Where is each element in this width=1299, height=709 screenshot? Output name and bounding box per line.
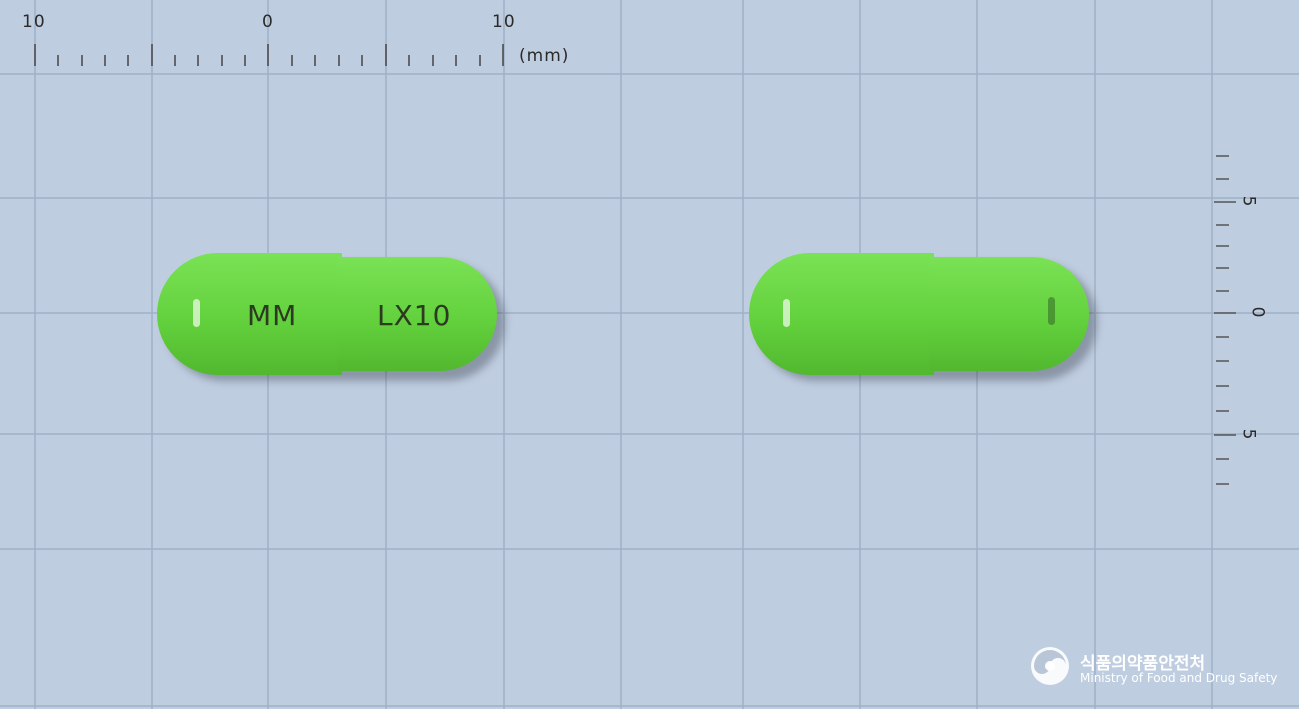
imprint-right-text: LX10 [377, 299, 452, 332]
brand-name-english: Ministry of Food and Drug Safety [1080, 671, 1278, 685]
top-ruler-ticks [34, 44, 504, 66]
top-ruler-label-right: 10 [492, 12, 516, 32]
imprint-left-text: MM [247, 299, 298, 332]
capsule-front: MM LX10 [157, 253, 505, 381]
right-ruler-ticks [1214, 155, 1236, 485]
capsule-cap-half [749, 253, 934, 375]
right-ruler-label-center: 0 [1247, 306, 1268, 318]
capsule-highlight [1048, 297, 1055, 325]
top-ruler-unit: (mm) [519, 46, 570, 66]
top-ruler-label-center: 0 [262, 12, 274, 32]
right-ruler-label-top: 5 [1238, 195, 1259, 207]
capsule-highlight [783, 299, 790, 327]
right-ruler-label-bottom: 5 [1238, 428, 1259, 440]
top-ruler-label-left: 10 [22, 12, 46, 32]
capsule-back [749, 253, 1097, 381]
mfds-logo-icon [1031, 647, 1069, 685]
capsule-body-half [929, 257, 1089, 371]
capsule-highlight [193, 299, 200, 327]
